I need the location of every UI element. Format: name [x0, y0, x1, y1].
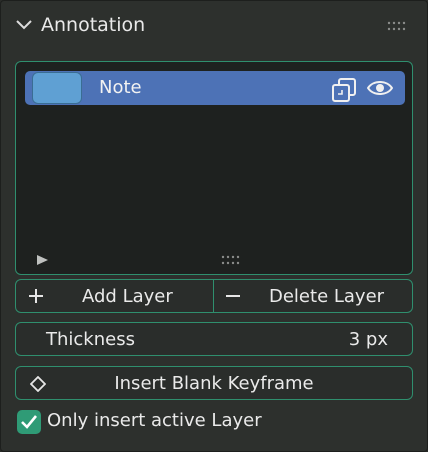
checkmark-icon — [21, 415, 38, 429]
panel-header[interactable]: Annotation — [1, 1, 427, 51]
drag-grip-icon[interactable] — [387, 20, 409, 32]
play-icon[interactable] — [36, 254, 50, 266]
minus-icon — [226, 295, 240, 297]
thickness-label: Thickness — [46, 329, 135, 350]
thickness-field[interactable]: Thickness 3 px — [15, 322, 413, 356]
panel-title: Annotation — [41, 14, 146, 36]
only-insert-active-checkbox[interactable] — [17, 410, 41, 434]
add-layer-button[interactable]: Add Layer — [16, 280, 214, 312]
delete-layer-button[interactable]: Delete Layer — [213, 280, 412, 312]
layer-row-note[interactable]: Note — [25, 71, 405, 105]
eye-icon[interactable] — [367, 79, 393, 97]
annotation-panel: Annotation Note Add Layer Delete Layer T… — [0, 0, 428, 452]
insert-blank-keyframe-button[interactable]: Insert Blank Keyframe — [15, 366, 413, 400]
plus-icon — [29, 289, 43, 303]
layer-color-swatch[interactable] — [32, 72, 82, 104]
layer-name[interactable]: Note — [99, 77, 142, 98]
only-insert-active-label[interactable]: Only insert active Layer — [47, 410, 262, 431]
add-layer-label: Add Layer — [82, 286, 173, 307]
chevron-down-icon[interactable] — [15, 18, 33, 32]
insert-blank-keyframe-label: Insert Blank Keyframe — [114, 373, 314, 394]
layer-list[interactable]: Note — [15, 61, 413, 275]
resize-grip-icon[interactable] — [221, 254, 243, 266]
duplicate-icon[interactable] — [331, 77, 357, 103]
delete-layer-label: Delete Layer — [269, 286, 385, 307]
thickness-value[interactable]: 3 px — [349, 329, 388, 350]
layer-actions: Add Layer Delete Layer — [15, 279, 413, 313]
